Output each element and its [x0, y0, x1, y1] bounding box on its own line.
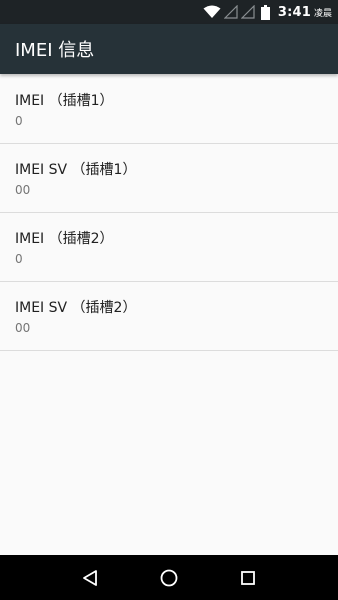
- wifi-icon: [203, 5, 221, 19]
- status-bar: 3:41 凌晨: [0, 0, 338, 24]
- list-item-imei-slot2[interactable]: IMEI （插槽2） 0: [0, 213, 338, 282]
- recents-icon[interactable]: [236, 566, 260, 590]
- back-icon[interactable]: [78, 566, 102, 590]
- list-item-value: 00: [15, 321, 31, 335]
- app-bar: IMEI 信息: [0, 24, 338, 74]
- list-item-imei-sv-slot1[interactable]: IMEI SV （插槽1） 00: [0, 144, 338, 213]
- list-item-value: 0: [15, 252, 23, 266]
- battery-icon: [260, 4, 270, 20]
- home-icon[interactable]: [157, 566, 181, 590]
- screen: 3:41 凌晨 IMEI 信息 IMEI （插槽1） 0 IMEI SV （插槽…: [0, 0, 338, 600]
- list-item-title: IMEI （插槽1）: [15, 93, 114, 109]
- status-time: 3:41: [277, 4, 311, 20]
- list-item-title: IMEI （插槽2）: [15, 231, 114, 247]
- list-item-value: 00: [15, 183, 31, 197]
- list-item-imei-slot1[interactable]: IMEI （插槽1） 0: [0, 75, 338, 144]
- list-item-imei-sv-slot2[interactable]: IMEI SV （插槽2） 00: [0, 282, 338, 351]
- signal-empty-icon: [240, 5, 255, 19]
- navigation-bar: [0, 555, 338, 600]
- status-time-suffix: 凌晨: [313, 8, 332, 19]
- list-item-value: 0: [15, 114, 23, 128]
- list-item-title: IMEI SV （插槽2）: [15, 300, 137, 316]
- list-item-title: IMEI SV （插槽1）: [15, 162, 137, 178]
- page-title: IMEI 信息: [15, 40, 95, 61]
- signal-empty-icon: [223, 5, 238, 19]
- imei-list: IMEI （插槽1） 0 IMEI SV （插槽1） 00 IMEI （插槽2）…: [0, 75, 338, 351]
